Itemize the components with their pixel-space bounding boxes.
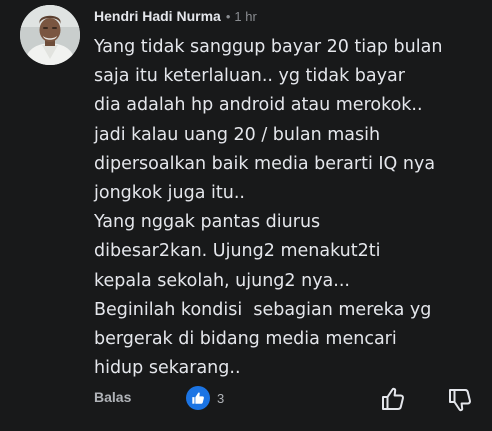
reaction-summary[interactable]: 3 (186, 386, 224, 410)
comment-timestamp[interactable]: 1 hr (234, 9, 256, 24)
comment: Hendri Hadi Nurma • 1 hr Yang tidak sang… (0, 0, 492, 431)
meta-separator: • (225, 8, 231, 24)
comment-line: dibesar2kan. Ujung2 menakut2ti (94, 241, 381, 262)
comment-line: dia adalah hp android atau merokok.. (94, 95, 423, 116)
comment-actions: Balas 3 (0, 380, 492, 420)
author-name[interactable]: Hendri Hadi Nurma (94, 8, 221, 24)
comment-line: Yang nggak pantas diurus (94, 212, 321, 233)
like-icon (186, 386, 210, 410)
thumbs-up-outline-icon[interactable] (380, 386, 406, 412)
author-avatar[interactable] (20, 5, 80, 65)
avatar-photo (20, 5, 80, 65)
comment-line: kepala sekolah, ujung2 nya... (94, 270, 350, 291)
reply-button[interactable]: Balas (94, 389, 131, 405)
reaction-count: 3 (217, 390, 225, 406)
comment-line: jadi kalau uang 20 / bulan masih (94, 124, 381, 145)
comment-line: dipersoalkan baik media berarti IQ nya (94, 153, 436, 174)
thumbs-down-outline-icon[interactable] (447, 387, 473, 413)
comment-line: saja itu keterlaluan.. yg tidak bayar (94, 66, 405, 87)
comment-line: Beginilah kondisi sebagian mereka yg (94, 299, 432, 320)
comment-line: jongkok juga itu.. (94, 183, 245, 204)
comment-header: Hendri Hadi Nurma • 1 hr (94, 6, 257, 26)
comment-line: Yang tidak sanggup bayar 20 tiap bulan (94, 37, 443, 57)
comment-line: bergerak di bidang media mencari (94, 329, 397, 350)
comment-body: Yang tidak sanggup bayar 20 tiap bulan s… (94, 33, 484, 383)
